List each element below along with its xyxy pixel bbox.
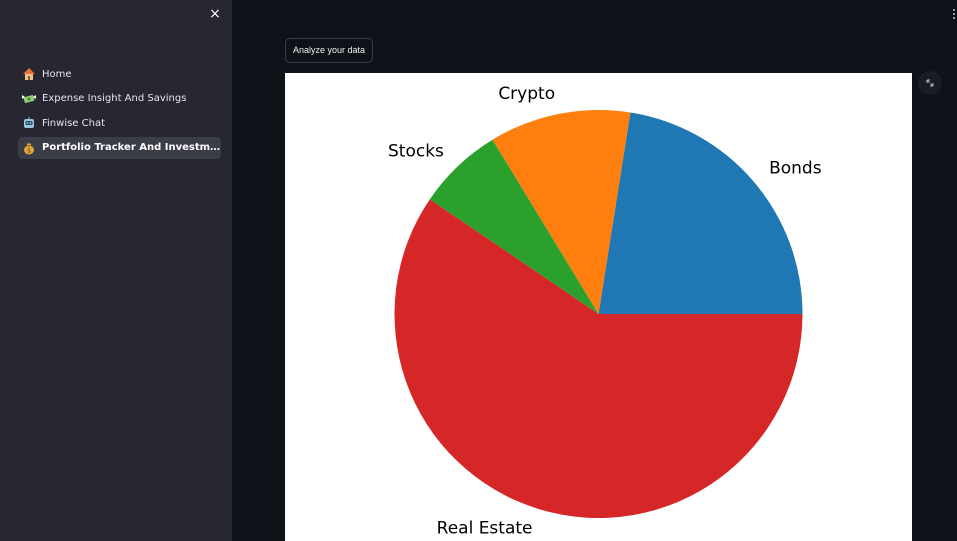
analyze-data-button[interactable]: Analyze your data xyxy=(285,38,374,63)
close-icon: × xyxy=(209,6,221,22)
sidebar-nav: Home Expense Insight And Savings Finwise… xyxy=(18,63,221,161)
flying-money-icon xyxy=(22,94,36,103)
sidebar-item-label: Home xyxy=(42,68,72,80)
close-sidebar-button[interactable]: × xyxy=(206,5,224,23)
house-icon xyxy=(23,68,35,80)
fullscreen-expand-button[interactable] xyxy=(918,71,942,95)
robot-icon xyxy=(24,117,34,128)
sidebar-item-label: Portfolio Tracker And Investment In... xyxy=(42,142,221,153)
pie-chart-figure: Bonds Crypto Stocks Real Estate xyxy=(285,73,912,541)
svg-text:$: $ xyxy=(27,147,31,154)
pie-label-stocks: Stocks xyxy=(388,141,444,161)
sidebar-item-finwise-chat[interactable]: Finwise Chat xyxy=(18,112,221,134)
fullscreen-expand-icon xyxy=(926,79,934,87)
pie-label-crypto: Crypto xyxy=(498,84,555,104)
vertical-ellipsis-icon[interactable] xyxy=(951,8,957,22)
app-window: × Home Expense Insight And Savings Finwi… xyxy=(0,0,957,541)
pie-chart: Bonds Crypto Stocks Real Estate xyxy=(388,84,822,539)
money-bag-icon: $ xyxy=(24,143,34,154)
sidebar-item-home[interactable]: Home xyxy=(18,63,221,85)
sidebar-item-portfolio-tracker[interactable]: $ Portfolio Tracker And Investment In... xyxy=(18,136,221,159)
sidebar: × Home Expense Insight And Savings Finwi… xyxy=(0,0,232,541)
pie-label-real-estate: Real Estate xyxy=(437,519,533,539)
sidebar-item-label: Finwise Chat xyxy=(42,117,106,129)
sidebar-item-label: Expense Insight And Savings xyxy=(42,93,187,104)
sidebar-item-expense-insight[interactable]: Expense Insight And Savings xyxy=(18,88,221,110)
pie-label-bonds: Bonds xyxy=(769,158,822,178)
pie-slice-bonds xyxy=(598,112,803,314)
